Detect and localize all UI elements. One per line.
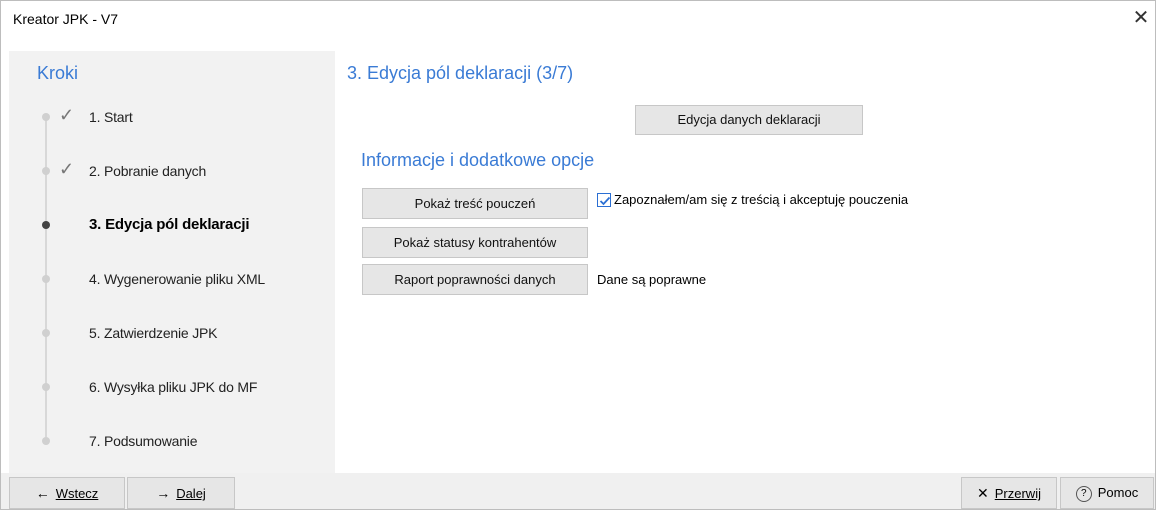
abort-button-label: Przerwij (994, 486, 1041, 501)
arrow-left-icon: ← (35, 485, 50, 501)
step-dot-icon (42, 383, 50, 391)
data-validity-report-button[interactable]: Raport poprawności danych (362, 264, 588, 295)
step-dot-icon (42, 113, 50, 121)
abort-button[interactable]: ✕ Przerwij (961, 477, 1057, 509)
page-title: 3. Edycja pól deklaracji (3/7) (347, 63, 574, 83)
step-label: 5. Zatwierdzenie JPK (89, 325, 218, 341)
acknowledge-checkbox[interactable] (597, 193, 611, 207)
show-instructions-button[interactable]: Pokaż treść pouczeń (362, 188, 588, 219)
step-label: 6. Wysyłka pliku JPK do MF (89, 379, 258, 395)
step-dot-icon (42, 221, 50, 229)
step-label: 3. Edycja pól deklaracji (89, 216, 250, 233)
step-label: 2. Pobranie danych (89, 163, 207, 179)
show-contractor-statuses-button[interactable]: Pokaż statusy kontrahentów (362, 227, 588, 258)
step-dot-icon (42, 167, 50, 175)
checkmark-icon (599, 196, 611, 206)
back-button[interactable]: ← Wstecz (9, 477, 125, 509)
wizard-window: Kreator JPK - V7 ✕ Kroki ✓ 1. Start ✓ 2.… (0, 0, 1156, 510)
step-dot-icon (42, 275, 50, 283)
step-label: 7. Podsumowanie (89, 433, 198, 449)
step-item-approve-jpk: 5. Zatwierdzenie JPK (9, 317, 335, 349)
step-dot-icon (42, 329, 50, 337)
sidebar-title: Kroki (37, 63, 79, 83)
arrow-right-icon: → (156, 485, 171, 501)
help-icon: ? (1075, 486, 1092, 502)
check-icon: ✓ (59, 105, 75, 125)
close-icon[interactable]: ✕ (1129, 7, 1153, 29)
next-button[interactable]: → Dalej (127, 477, 235, 509)
steps-sidebar: Kroki ✓ 1. Start ✓ 2. Pobranie danych 3.… (9, 51, 335, 473)
back-button-label: Wstecz (55, 486, 99, 501)
section-title: Informacje i dodatkowe opcje (361, 150, 595, 170)
edit-declaration-data-button[interactable]: Edycja danych deklaracji (635, 105, 863, 135)
title-bar: Kreator JPK - V7 ✕ (1, 1, 1155, 35)
check-icon: ✓ (59, 159, 75, 179)
step-item-download-data: ✓ 2. Pobranie danych (9, 155, 335, 187)
help-button-label: Pomoc (1097, 485, 1139, 500)
step-dot-icon (42, 437, 50, 445)
step-label: 4. Wygenerowanie pliku XML (89, 271, 265, 287)
acknowledge-checkbox-label[interactable]: Zapoznałem/am się z treścią i akceptuję … (614, 192, 908, 207)
close-icon: ✕ (977, 485, 989, 501)
step-item-summary: 7. Podsumowanie (9, 425, 335, 457)
step-item-start: ✓ 1. Start (9, 101, 335, 133)
step-item-generate-xml: 4. Wygenerowanie pliku XML (9, 263, 335, 295)
step-item-send-to-mf: 6. Wysyłka pliku JPK do MF (9, 371, 335, 403)
window-title: Kreator JPK - V7 (13, 11, 119, 27)
next-button-label: Dalej (176, 486, 206, 501)
step-item-edit-fields: 3. Edycja pól deklaracji (9, 209, 335, 241)
help-button[interactable]: ? Pomoc (1060, 477, 1154, 509)
step-label: 1. Start (89, 109, 133, 125)
validity-status-text: Dane są poprawne (597, 272, 707, 287)
